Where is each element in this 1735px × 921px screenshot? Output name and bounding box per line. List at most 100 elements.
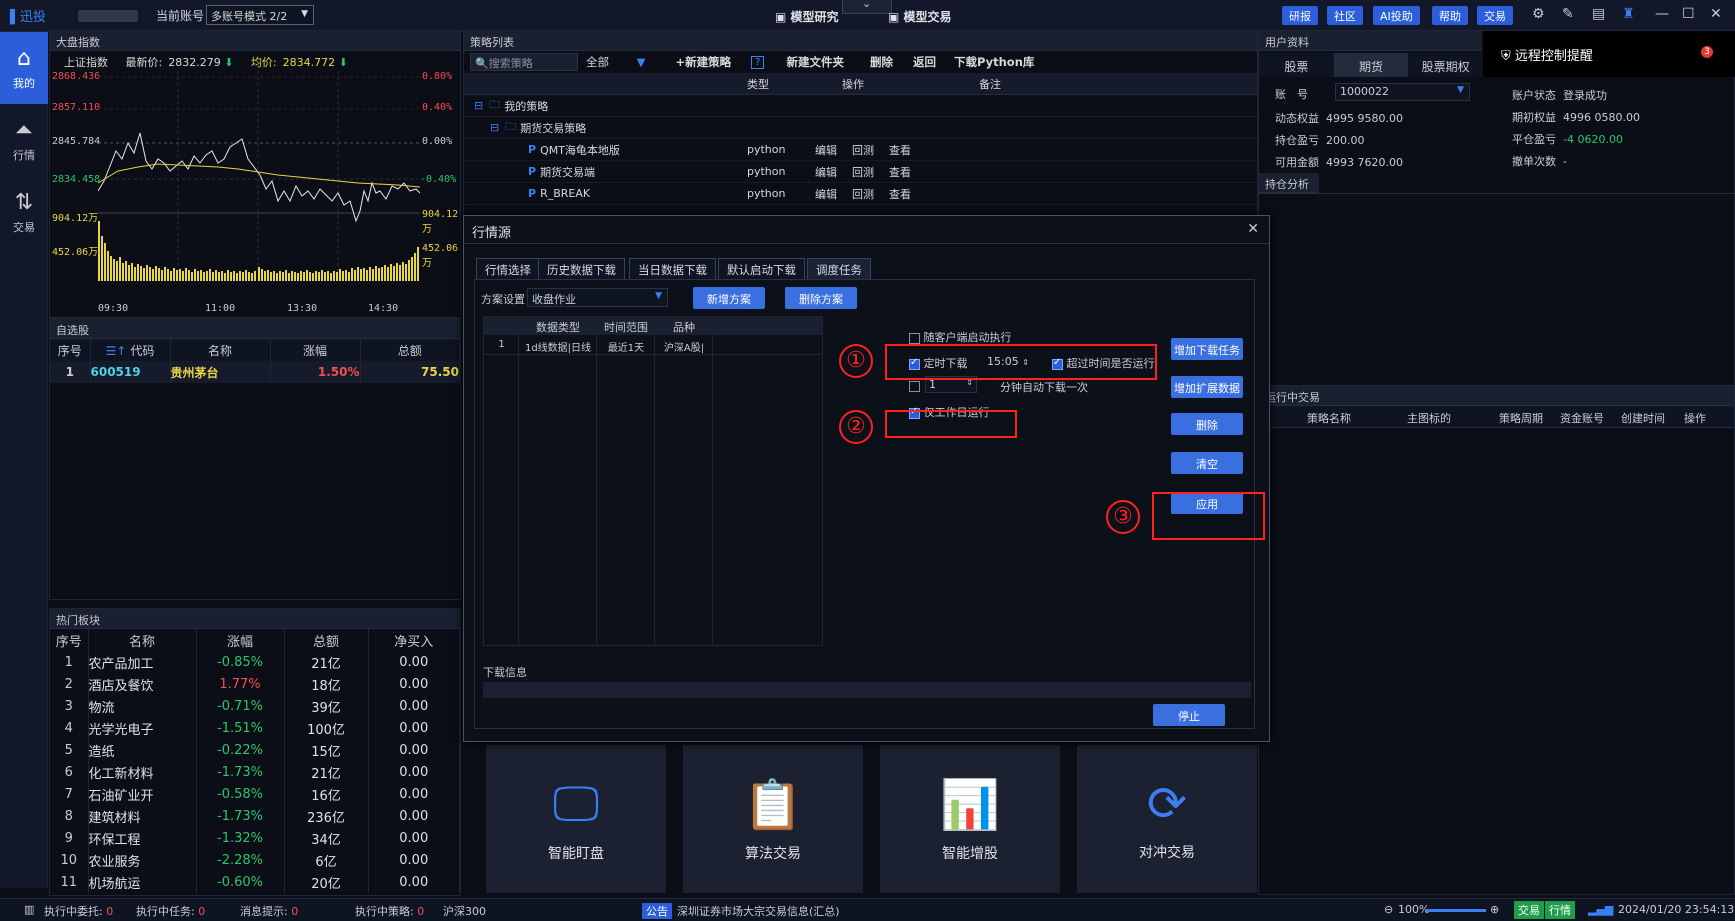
sidebar-item-mine[interactable]: ⌂ 我的: [0, 32, 48, 104]
notice-tag: 公告: [642, 903, 672, 919]
zoom-slider[interactable]: [1426, 909, 1486, 912]
tab-history-download[interactable]: 历史数据下载: [538, 258, 625, 280]
edit-icon[interactable]: ✎: [1562, 6, 1574, 22]
notice-text[interactable]: 深圳证券市场大宗交易信息(汇总): [677, 903, 840, 919]
delete-button[interactable]: 删除: [870, 54, 893, 70]
help-button[interactable]: 帮助: [1432, 6, 1468, 25]
tree-node-strategy[interactable]: P R_BREAK python 编辑 回测 查看: [464, 183, 1257, 205]
tree-node-futures[interactable]: ⊟ 🗀 期货交易策略: [464, 117, 1257, 139]
layout-icon[interactable]: ▥: [24, 903, 34, 916]
delete-scheme-button[interactable]: 删除方案: [785, 287, 857, 309]
back-button[interactable]: 返回: [913, 54, 936, 70]
sidebar-item-trade[interactable]: ⇅ 交易: [0, 176, 48, 248]
folder-icon: 🗀: [505, 120, 517, 133]
maximize-icon[interactable]: ☐: [1682, 6, 1695, 22]
download-info-bar: [483, 682, 1251, 698]
python-file-icon: P: [528, 143, 537, 156]
help-icon[interactable]: ?: [751, 55, 765, 69]
strategy-filter-select[interactable]: 全部 ▼: [586, 54, 646, 70]
tab-options[interactable]: 股票期权: [1408, 53, 1484, 77]
zoom-level: 100%: [1398, 903, 1430, 916]
table-row[interactable]: 11 机场航运 -0.60% 20亿 0.00: [50, 871, 460, 893]
layout-icon[interactable]: ▤: [1592, 6, 1605, 22]
avg-line: [98, 163, 420, 188]
tree-node-my-strategies[interactable]: ⊟ 🗀 我的策略: [464, 95, 1257, 117]
strategy-search-input[interactable]: 🔍搜索策略: [470, 53, 578, 71]
position-analysis-tab[interactable]: 持仓分析: [1259, 173, 1319, 193]
add-extended-data-button[interactable]: 增加扩展数据: [1171, 376, 1243, 398]
tree-node-strategy[interactable]: P QMT海龟本地版 python 编辑 回测 查看: [464, 139, 1257, 161]
ai-button[interactable]: AI投助: [1373, 6, 1420, 25]
sidebar-item-market[interactable]: ⏶ 行情: [0, 104, 48, 176]
home-icon: ⌂: [17, 45, 31, 71]
zoom-in-icon[interactable]: ⊕: [1490, 903, 1499, 916]
table-row[interactable]: 1 1d线数据|日线 最近1天 沪深A股|: [484, 335, 822, 355]
account-select[interactable]: 1000022 ▼: [1335, 83, 1470, 101]
tab-default-download[interactable]: 默认启动下载: [718, 258, 805, 280]
table-row[interactable]: 2 酒店及餐饮 1.77% 18亿 0.00: [50, 673, 460, 695]
dialog-title: 行情源 ✕: [464, 216, 1269, 244]
interval-checkbox[interactable]: [909, 379, 920, 392]
table-row[interactable]: 8 建筑材料 -1.73% 236亿 0.00: [50, 805, 460, 827]
table-row[interactable]: 1 600519 贵州茅台 1.50% 75.50: [50, 361, 460, 383]
collapse-toggle[interactable]: ⌄: [842, 0, 892, 14]
intraday-chart-svg: [98, 71, 420, 281]
minimize-icon[interactable]: —: [1655, 6, 1669, 22]
table-row[interactable]: 10 农业服务 -2.28% 6亿 0.00: [50, 849, 460, 871]
table-row[interactable]: 3 物流 -0.71% 39亿 0.00: [50, 695, 460, 717]
table-row[interactable]: 7 石油矿业开 -0.58% 16亿 0.00: [50, 783, 460, 805]
blurred-username: [78, 10, 138, 22]
tab-schedule[interactable]: 调度任务: [807, 258, 871, 280]
close-icon[interactable]: ✕: [1247, 221, 1259, 237]
tile-hedge-trade[interactable]: ⟳ 对冲交易: [1077, 745, 1257, 893]
tile-smart-watch[interactable]: 🖵 智能盯盘: [486, 745, 666, 893]
marker-1: ①: [839, 344, 873, 378]
download-python-button[interactable]: 下载Python库: [954, 54, 1034, 70]
tile-smart-add[interactable]: 📊 智能增股: [880, 745, 1060, 893]
tab-model-research[interactable]: ▣ 模型研究: [775, 8, 839, 25]
close-icon[interactable]: ✕: [1710, 6, 1722, 22]
tree-node-strategy[interactable]: P 期货交易端 python 编辑 回测 查看: [464, 161, 1257, 183]
quote-status[interactable]: 行情: [1545, 901, 1575, 919]
remote-control-banner[interactable]: ⛨ 远程控制提醒 3: [1483, 31, 1735, 77]
scheme-select[interactable]: 收盘作业 ▼: [527, 288, 668, 307]
strategy-panel: 策略列表 🔍搜索策略 全部 ▼ +新建策略 ? 新建文件夹 删除 返回 下载Py…: [463, 30, 1258, 220]
sidebar: ⌂ 我的 ⏶ 行情 ⇅ 交易: [0, 32, 48, 888]
tab-today-download[interactable]: 当日数据下载: [629, 258, 716, 280]
auto-run-checkbox[interactable]: 随客户端启动执行: [909, 329, 1012, 345]
stop-button[interactable]: 停止: [1153, 704, 1225, 726]
strategy-toolbar: 🔍搜索策略 全部 ▼ +新建策略 ? 新建文件夹 删除 返回 下载Python库: [464, 51, 1257, 73]
community-button[interactable]: 社区: [1327, 6, 1363, 25]
hot-sectors-header: 热门板块: [50, 609, 460, 629]
new-strategy-button[interactable]: +新建策略: [676, 54, 732, 70]
tab-futures[interactable]: 期货: [1333, 53, 1409, 77]
tab-model-trade[interactable]: ▣ 模型交易: [888, 8, 952, 25]
delete-task-button[interactable]: 删除: [1171, 413, 1243, 435]
task-table: 数据类型 时间范围 品种 1 1d线数据|日线 最近1天 沪深A股|: [483, 316, 823, 646]
settings-icon[interactable]: ⚙: [1532, 6, 1545, 22]
collapse-icon: ⊟: [490, 121, 500, 134]
table-row[interactable]: 5 造纸 -0.22% 15亿 0.00: [50, 739, 460, 761]
zoom-out-icon[interactable]: ⊖: [1384, 903, 1393, 916]
index-chart[interactable]: 2868.436 2857.110 2845.784 2834.458 904.…: [50, 71, 460, 317]
research-button[interactable]: 研报: [1282, 6, 1318, 25]
bar-chart-plus-icon: 📊: [940, 776, 1000, 833]
tab-quote-select[interactable]: 行情选择: [476, 258, 540, 280]
search-icon: 🔍: [475, 57, 489, 70]
marker-2: ②: [839, 410, 873, 444]
trade-status[interactable]: 交易: [1514, 901, 1544, 919]
table-row[interactable]: 6 化工新材料 -1.73% 21亿 0.00: [50, 761, 460, 783]
account-mode-select[interactable]: 多账号模式 2/2: [206, 5, 314, 25]
skin-icon[interactable]: ♜: [1622, 6, 1635, 22]
table-row[interactable]: 4 光学光电子 -1.51% 100亿 0.00: [50, 717, 460, 739]
clear-button[interactable]: 清空: [1171, 452, 1243, 474]
tab-stock[interactable]: 股票: [1259, 53, 1334, 77]
tile-algo-trade[interactable]: 📋 算法交易: [683, 745, 863, 893]
new-folder-button[interactable]: 新建文件夹: [786, 54, 844, 70]
python-file-icon: P: [528, 187, 537, 200]
add-scheme-button[interactable]: 新增方案: [693, 287, 765, 309]
add-download-task-button[interactable]: 增加下载任务: [1171, 338, 1243, 360]
trade-button[interactable]: 交易: [1477, 6, 1513, 25]
table-row[interactable]: 9 环保工程 -1.32% 34亿 0.00: [50, 827, 460, 849]
table-row[interactable]: 1 农产品加工 -0.85% 21亿 0.00: [50, 651, 460, 673]
